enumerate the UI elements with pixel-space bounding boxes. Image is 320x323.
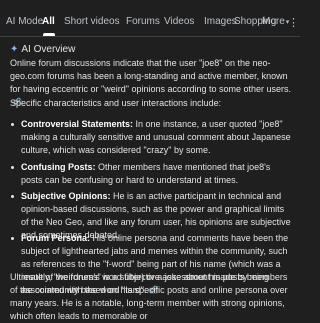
- tab-short-videos[interactable]: Short videos: [64, 16, 120, 27]
- list-item: Controversial Statements: In one instanc…: [21, 118, 291, 157]
- bullet-dot: [11, 237, 14, 240]
- intro-text: Online forum discussions indicate that t…: [10, 58, 292, 94]
- sparkle-icon: ✦: [10, 44, 19, 55]
- tab-forums[interactable]: Forums: [126, 16, 160, 27]
- tab-more[interactable]: More▾: [262, 16, 289, 27]
- search-tabs-bar: AI Mode All Short videos Forums Videos I…: [0, 0, 300, 37]
- tab-all[interactable]: All: [42, 16, 55, 27]
- tab-more-label: More: [262, 16, 285, 27]
- tab-videos[interactable]: Videos: [164, 16, 194, 27]
- list-item-title: Controversial Statements:: [21, 119, 134, 129]
- ai-overview-header: ✦ AI Overview: [10, 44, 75, 55]
- bullet-dot: [11, 195, 14, 198]
- conclusion-text: Ultimately, "weirdness" is a subjective …: [10, 272, 288, 321]
- list-item-title: Forum Persona:: [21, 233, 91, 243]
- list-item: Confusing Posts: Other members have ment…: [21, 161, 291, 187]
- tab-images[interactable]: Images: [204, 16, 237, 27]
- ai-overview-title: AI Overview: [21, 44, 76, 55]
- tab-ai-mode[interactable]: AI Mode: [6, 16, 43, 27]
- lead-text: Specific characteristics and user intera…: [10, 98, 222, 108]
- list-item-title: Confusing Posts:: [21, 162, 96, 172]
- bullet-dot: [11, 166, 14, 169]
- list-item-title: Subjective Opinions:: [21, 191, 111, 201]
- tools-icon[interactable]: ⋮: [288, 16, 299, 29]
- bullet-dot: [11, 123, 14, 126]
- active-tab-indicator: [43, 33, 55, 36]
